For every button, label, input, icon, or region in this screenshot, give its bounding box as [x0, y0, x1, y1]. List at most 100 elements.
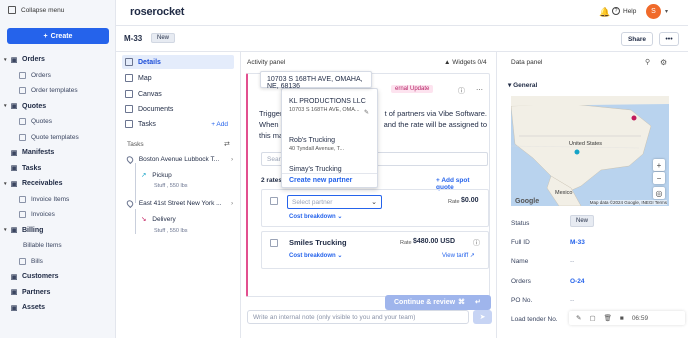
more-icon[interactable]: ⋯ — [476, 86, 483, 94]
sidebar-item-customers[interactable]: ▣ Customers — [0, 269, 116, 285]
share-button[interactable]: Share — [621, 32, 653, 46]
cost-breakdown-link[interactable]: Cost breakdown ⌄ — [289, 252, 342, 259]
stop-item[interactable]: East 41st Street New York ... › — [125, 198, 239, 209]
cost-breakdown-link[interactable]: Cost breakdown ⌄ — [289, 213, 342, 220]
collapse-menu-button[interactable]: Collapse menu — [8, 6, 64, 14]
status-badge: New — [570, 215, 595, 227]
shipment-header: M-33 New Share ••• — [116, 26, 688, 52]
sidebar-item-quotes[interactable]: Quotes — [0, 114, 116, 130]
tab-canvas[interactable]: Canvas — [122, 87, 234, 101]
gear-icon[interactable]: ⚙ — [660, 58, 667, 67]
app-logo[interactable]: roserocket — [130, 6, 184, 18]
sidebar-nav: ▾ ▣ Orders Orders Order templates ▾ ▣ Quotes Quo… — [0, 52, 116, 316]
sidebar-item-quote-templates[interactable]: Quote templates — [0, 130, 116, 146]
search-icon[interactable]: ⚲ — [645, 58, 650, 66]
shipment-map[interactable]: United States Mexico + − ◎ Google Map da… — [511, 96, 669, 206]
full-id-value: M-33 — [570, 239, 585, 246]
internal-note-input[interactable]: Write an internal note (only visible to … — [247, 310, 469, 324]
info-icon[interactable]: ⓘ — [473, 238, 480, 248]
sidebar-item-invoices[interactable]: Invoices — [0, 207, 116, 223]
sidebar-item-billable-items[interactable]: Billable Items — [0, 238, 116, 254]
sidebar-item-invoice-items[interactable]: Invoice Items — [0, 192, 116, 208]
create-label: Create — [50, 32, 73, 40]
widgets-button[interactable]: ▲ Widgets 0/4 — [444, 59, 487, 66]
zoom-out-button[interactable]: − — [653, 172, 665, 184]
user-avatar[interactable]: S — [646, 4, 661, 19]
nav-sub-icon — [19, 133, 26, 141]
sidebar-item-label: Invoice Items — [31, 195, 70, 203]
nav-icon: ▣ — [10, 227, 18, 235]
status-badge: New — [151, 33, 176, 43]
tab-tasks[interactable]: Tasks + Add — [122, 117, 234, 131]
add-task-button[interactable]: + Add — [211, 121, 228, 128]
tab-documents[interactable]: Documents — [122, 102, 234, 116]
view-tariff-link[interactable]: View tariff ↗ — [442, 252, 475, 259]
sidebar-item-manifests[interactable]: ▣ Manifests — [0, 145, 116, 161]
orders-link[interactable]: O-24 — [570, 278, 584, 285]
help-button[interactable]: ? Help — [612, 7, 636, 15]
stop-item[interactable]: Boston Avenue Lubbock T... › — [125, 154, 239, 165]
sidebar-item-assets[interactable]: ▣ Assets — [0, 300, 116, 316]
tab-label: Tasks — [138, 120, 156, 128]
stop-name: Boston Avenue Lubbock T... — [138, 156, 220, 164]
sidebar-item-label: Quotes — [31, 118, 52, 126]
zoom-in-button[interactable]: + — [653, 159, 665, 171]
address-tooltip: 10703 S 168TH AVE, OMAHA, NE, 68136 — [260, 71, 372, 90]
sidebar-item-label: Tasks — [22, 164, 42, 172]
map-attribution: Map data ©2024 Google, INEGI Terms — [589, 200, 667, 205]
create-new-partner-button[interactable]: Create new partner — [289, 177, 352, 184]
partner-name: Rob's Trucking — [289, 137, 336, 144]
select-partner-dropdown[interactable]: Select partner ⌄ — [287, 195, 382, 209]
partner-option[interactable]: Rob's Trucking 40 Tyndall Avenue, T... — [289, 136, 374, 152]
edit-icon[interactable]: ✎ — [364, 109, 369, 116]
details-icon — [125, 58, 133, 66]
task-action[interactable]: ↗ Pickup — [141, 171, 172, 179]
sidebar-item-billing[interactable]: ▾ ▣ Billing — [0, 223, 116, 239]
send-button[interactable]: ➤ — [473, 310, 492, 324]
sidebar-item-label: Customers — [22, 273, 59, 281]
tab-map[interactable]: Map — [122, 71, 234, 85]
sidebar-item-quotes[interactable]: ▾ ▣ Quotes — [0, 99, 116, 115]
nav-icon: ▣ — [10, 273, 18, 281]
continue-review-button[interactable]: Continue & review ⌘ ↵ — [385, 295, 491, 310]
window-icon[interactable]: ▢ — [589, 314, 595, 322]
recenter-icon[interactable]: ◎ — [653, 187, 665, 199]
more-options-button[interactable]: ••• — [659, 32, 679, 46]
sidebar-item-bills[interactable]: Bills — [0, 254, 116, 270]
swap-icon[interactable]: ⇄ — [224, 140, 230, 148]
general-section-toggle[interactable]: ▾ General — [508, 81, 537, 89]
trash-icon[interactable]: 🗑 — [604, 314, 612, 322]
field-label: Orders — [511, 278, 531, 285]
chevron-down-icon[interactable]: ▾ — [665, 8, 668, 15]
sidebar-item-tasks[interactable]: ▣ Tasks — [0, 161, 116, 177]
sidebar: Collapse menu + Create ▾ ▣ Orders Orders Ord… — [0, 0, 116, 338]
info-icon[interactable]: ⓘ — [458, 86, 465, 96]
nav-sub-icon — [19, 195, 26, 203]
sidebar-item-orders[interactable]: Orders — [0, 68, 116, 84]
chevron-down-icon: ⌄ — [371, 199, 377, 206]
partner-option[interactable]: KL PRODUCTIONS LLC 10703 S 168TH AVE, OM… — [289, 97, 374, 113]
task-action[interactable]: ↘ Delivery — [141, 215, 176, 223]
shortcut-cmd-icon: ⌘ — [458, 299, 465, 306]
pen-icon[interactable]: ✎ — [576, 314, 581, 322]
sidebar-item-label: Bills — [31, 257, 43, 265]
rate-checkbox[interactable] — [270, 197, 278, 205]
create-button[interactable]: + Create — [7, 28, 109, 44]
sidebar-item-partners[interactable]: ▣ Partners — [0, 285, 116, 301]
sidebar-item-label: Quote templates — [31, 133, 79, 141]
plus-icon: + — [43, 32, 48, 40]
sidebar-item-label: Receivables — [22, 180, 63, 188]
partner-address: 40 Tyndall Avenue, T... — [289, 146, 345, 152]
sidebar-item-label: Assets — [22, 304, 45, 312]
tab-details[interactable]: Details — [122, 55, 234, 69]
task-action-label: Pickup — [152, 172, 172, 179]
notification-bell-icon[interactable]: 🔔 — [599, 7, 610, 17]
sidebar-item-receivables[interactable]: ▾ ▣ Receivables — [0, 176, 116, 192]
recording-toolbar: ✎ ▢ 🗑 ■ 06:59 — [569, 311, 685, 325]
stop-icon[interactable]: ■ — [620, 315, 624, 322]
sidebar-item-order-templates[interactable]: Order templates — [0, 83, 116, 99]
rate-checkbox[interactable] — [270, 239, 278, 247]
po-value: -- — [570, 297, 575, 304]
sidebar-item-orders[interactable]: ▾ ▣ Orders — [0, 52, 116, 68]
collapse-label: Collapse menu — [21, 6, 65, 14]
